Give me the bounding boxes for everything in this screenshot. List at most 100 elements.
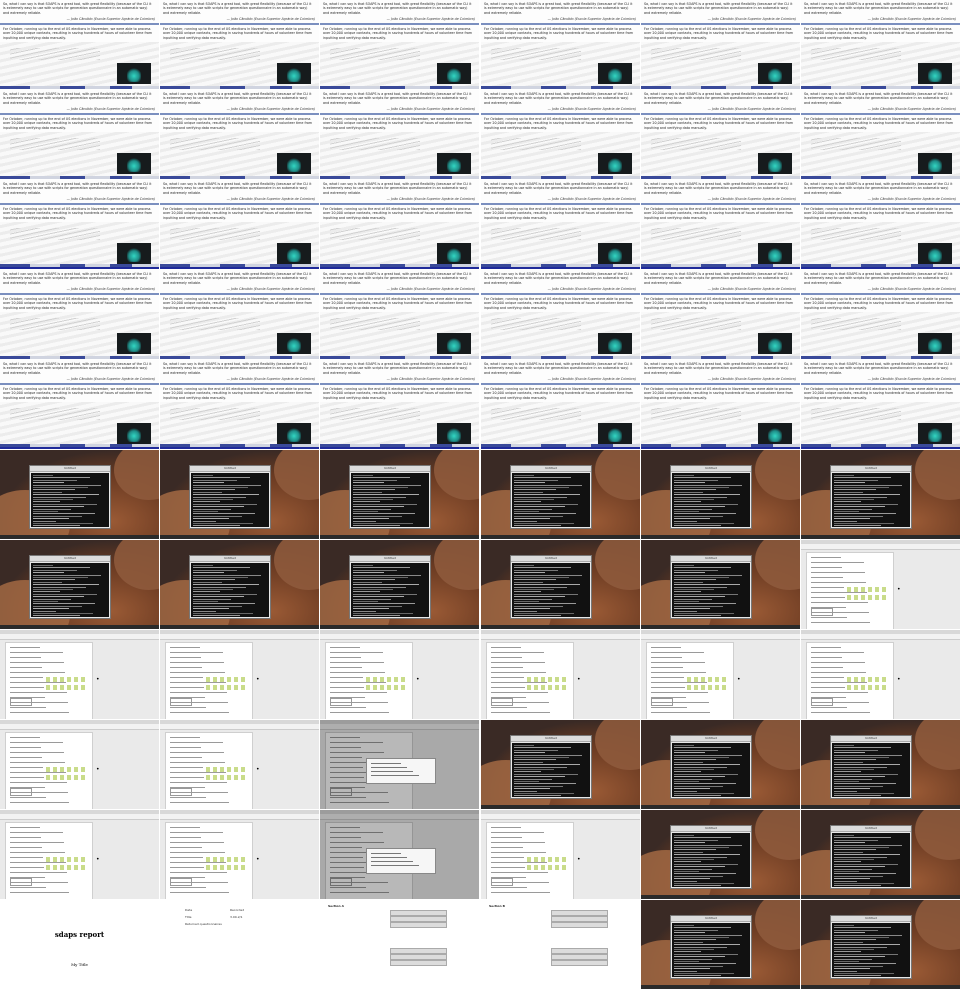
viewer-toolbar[interactable] [0,634,159,640]
thumbnail-13[interactable]: So, what I can say is that SOAPS is a gr… [0,180,159,269]
terminal-window[interactable]: Untitled [510,465,592,529]
terminal-screen[interactable] [672,923,750,977]
thumbnail-48[interactable]: • [801,630,960,719]
thumbnail-33[interactable]: Untitled [320,450,479,539]
terminal-screen[interactable] [31,473,109,527]
terminal-screen[interactable] [672,743,750,797]
viewer-toolbar[interactable] [0,724,159,730]
viewer-toolbar[interactable] [320,724,479,730]
thumbnail-52[interactable]: Untitled [481,720,640,809]
terminal-window[interactable]: Untitled [189,555,271,619]
viewer-toolbar[interactable] [160,724,319,730]
thumbnail-41[interactable]: Untitled [641,540,800,629]
thumbnail-55[interactable]: • [0,810,159,899]
thumbnail-20[interactable]: So, what I can say is that SOAPS is a gr… [160,270,319,359]
thumbnail-46[interactable]: • [481,630,640,719]
viewer-menubar[interactable] [320,720,479,724]
thumbnail-35[interactable]: Untitled [641,450,800,539]
thumbnail-15[interactable]: So, what I can say is that SOAPS is a gr… [320,180,479,269]
terminal-window[interactable]: Untitled [670,555,752,619]
thumbnail-47[interactable]: • [641,630,800,719]
thumbnail-42[interactable]: • [801,540,960,629]
terminal-window[interactable]: Untitled [830,465,912,529]
terminal-screen[interactable] [832,833,910,887]
viewer-toolbar[interactable] [481,634,640,640]
thumbnail-12[interactable]: So, what I can say is that SOAPS is a gr… [801,90,960,179]
terminal-window[interactable]: Untitled [670,825,752,889]
terminal-screen[interactable] [512,563,590,617]
viewer-toolbar[interactable] [320,814,479,820]
thumbnail-40[interactable]: Untitled [481,540,640,629]
terminal-screen[interactable] [832,923,910,977]
thumbnail-29[interactable]: So, what I can say is that SOAPS is a gr… [641,360,800,449]
thumbnail-19[interactable]: So, what I can say is that SOAPS is a gr… [0,270,159,359]
thumbnail-4[interactable]: So, what I can say is that SOAPS is a gr… [481,0,640,89]
thumbnail-31[interactable]: Untitled [0,450,159,539]
viewer-toolbar[interactable] [160,814,319,820]
terminal-window[interactable]: Untitled [349,555,431,619]
thumbnail-64[interactable]: Section B [481,900,640,989]
terminal-screen[interactable] [832,473,910,527]
thumbnail-25[interactable]: So, what I can say is that SOAPS is a gr… [0,360,159,449]
thumbnail-49[interactable]: • [0,720,159,809]
terminal-window[interactable]: Untitled [510,555,592,619]
thumbnail-58[interactable]: • [481,810,640,899]
thumbnail-10[interactable]: So, what I can say is that SOAPS is a gr… [481,90,640,179]
terminal-window[interactable]: Untitled [29,555,111,619]
thumbnail-63[interactable]: Section A [320,900,479,989]
modal-dialog[interactable] [366,758,436,784]
terminal-window[interactable]: Untitled [670,915,752,979]
thumbnail-21[interactable]: So, what I can say is that SOAPS is a gr… [320,270,479,359]
thumbnail-66[interactable]: Untitled [801,900,960,989]
terminal-screen[interactable] [31,563,109,617]
terminal-window[interactable]: Untitled [349,465,431,529]
terminal-window[interactable]: Untitled [670,735,752,799]
terminal-screen[interactable] [672,563,750,617]
viewer-toolbar[interactable] [320,634,479,640]
viewer-toolbar[interactable] [801,634,960,640]
terminal-screen[interactable] [351,473,429,527]
viewer-toolbar[interactable] [160,634,319,640]
thumbnail-53[interactable]: Untitled [641,720,800,809]
terminal-window[interactable]: Untitled [830,825,912,889]
viewer-toolbar[interactable] [801,544,960,550]
thumbnail-18[interactable]: So, what I can say is that SOAPS is a gr… [801,180,960,269]
terminal-screen[interactable] [672,473,750,527]
thumbnail-30[interactable]: So, what I can say is that SOAPS is a gr… [801,360,960,449]
thumbnail-54[interactable]: Untitled [801,720,960,809]
thumbnail-62[interactable]: Date Recorded Title 3.00-2/1 Returned questi… [160,900,319,989]
thumbnail-7[interactable]: So, what I can say is that SOAPS is a gr… [0,90,159,179]
terminal-screen[interactable] [512,743,590,797]
thumbnail-3[interactable]: So, what I can say is that SOAPS is a gr… [320,0,479,89]
thumbnail-45[interactable]: • [320,630,479,719]
thumbnail-57[interactable]: • [320,810,479,899]
thumbnail-26[interactable]: So, what I can say is that SOAPS is a gr… [160,360,319,449]
terminal-screen[interactable] [191,563,269,617]
thumbnail-9[interactable]: So, what I can say is that SOAPS is a gr… [320,90,479,179]
thumbnail-5[interactable]: So, what I can say is that SOAPS is a gr… [641,0,800,89]
thumbnail-38[interactable]: Untitled [160,540,319,629]
thumbnail-60[interactable]: Untitled [801,810,960,899]
terminal-screen[interactable] [512,473,590,527]
thumbnail-1[interactable]: So, what I can say is that SOAPS is a gr… [0,0,159,89]
terminal-window[interactable]: Untitled [830,915,912,979]
thumbnail-61[interactable]: sdaps report My Title [0,900,159,989]
thumbnail-36[interactable]: Untitled [801,450,960,539]
thumbnail-39[interactable]: Untitled [320,540,479,629]
thumbnail-14[interactable]: So, what I can say is that SOAPS is a gr… [160,180,319,269]
terminal-window[interactable]: Untitled [189,465,271,529]
terminal-screen[interactable] [672,833,750,887]
thumbnail-37[interactable]: Untitled [0,540,159,629]
terminal-window[interactable]: Untitled [510,735,592,799]
thumbnail-56[interactable]: • [160,810,319,899]
viewer-toolbar[interactable] [641,634,800,640]
thumbnail-34[interactable]: Untitled [481,450,640,539]
thumbnail-43[interactable]: • [0,630,159,719]
terminal-screen[interactable] [191,473,269,527]
thumbnail-51[interactable]: • [320,720,479,809]
thumbnail-11[interactable]: So, what I can say is that SOAPS is a gr… [641,90,800,179]
thumbnail-65[interactable]: Untitled [641,900,800,989]
terminal-window[interactable]: Untitled [29,465,111,529]
modal-dialog[interactable] [366,848,436,874]
thumbnail-2[interactable]: So, what I can say is that SOAPS is a gr… [160,0,319,89]
